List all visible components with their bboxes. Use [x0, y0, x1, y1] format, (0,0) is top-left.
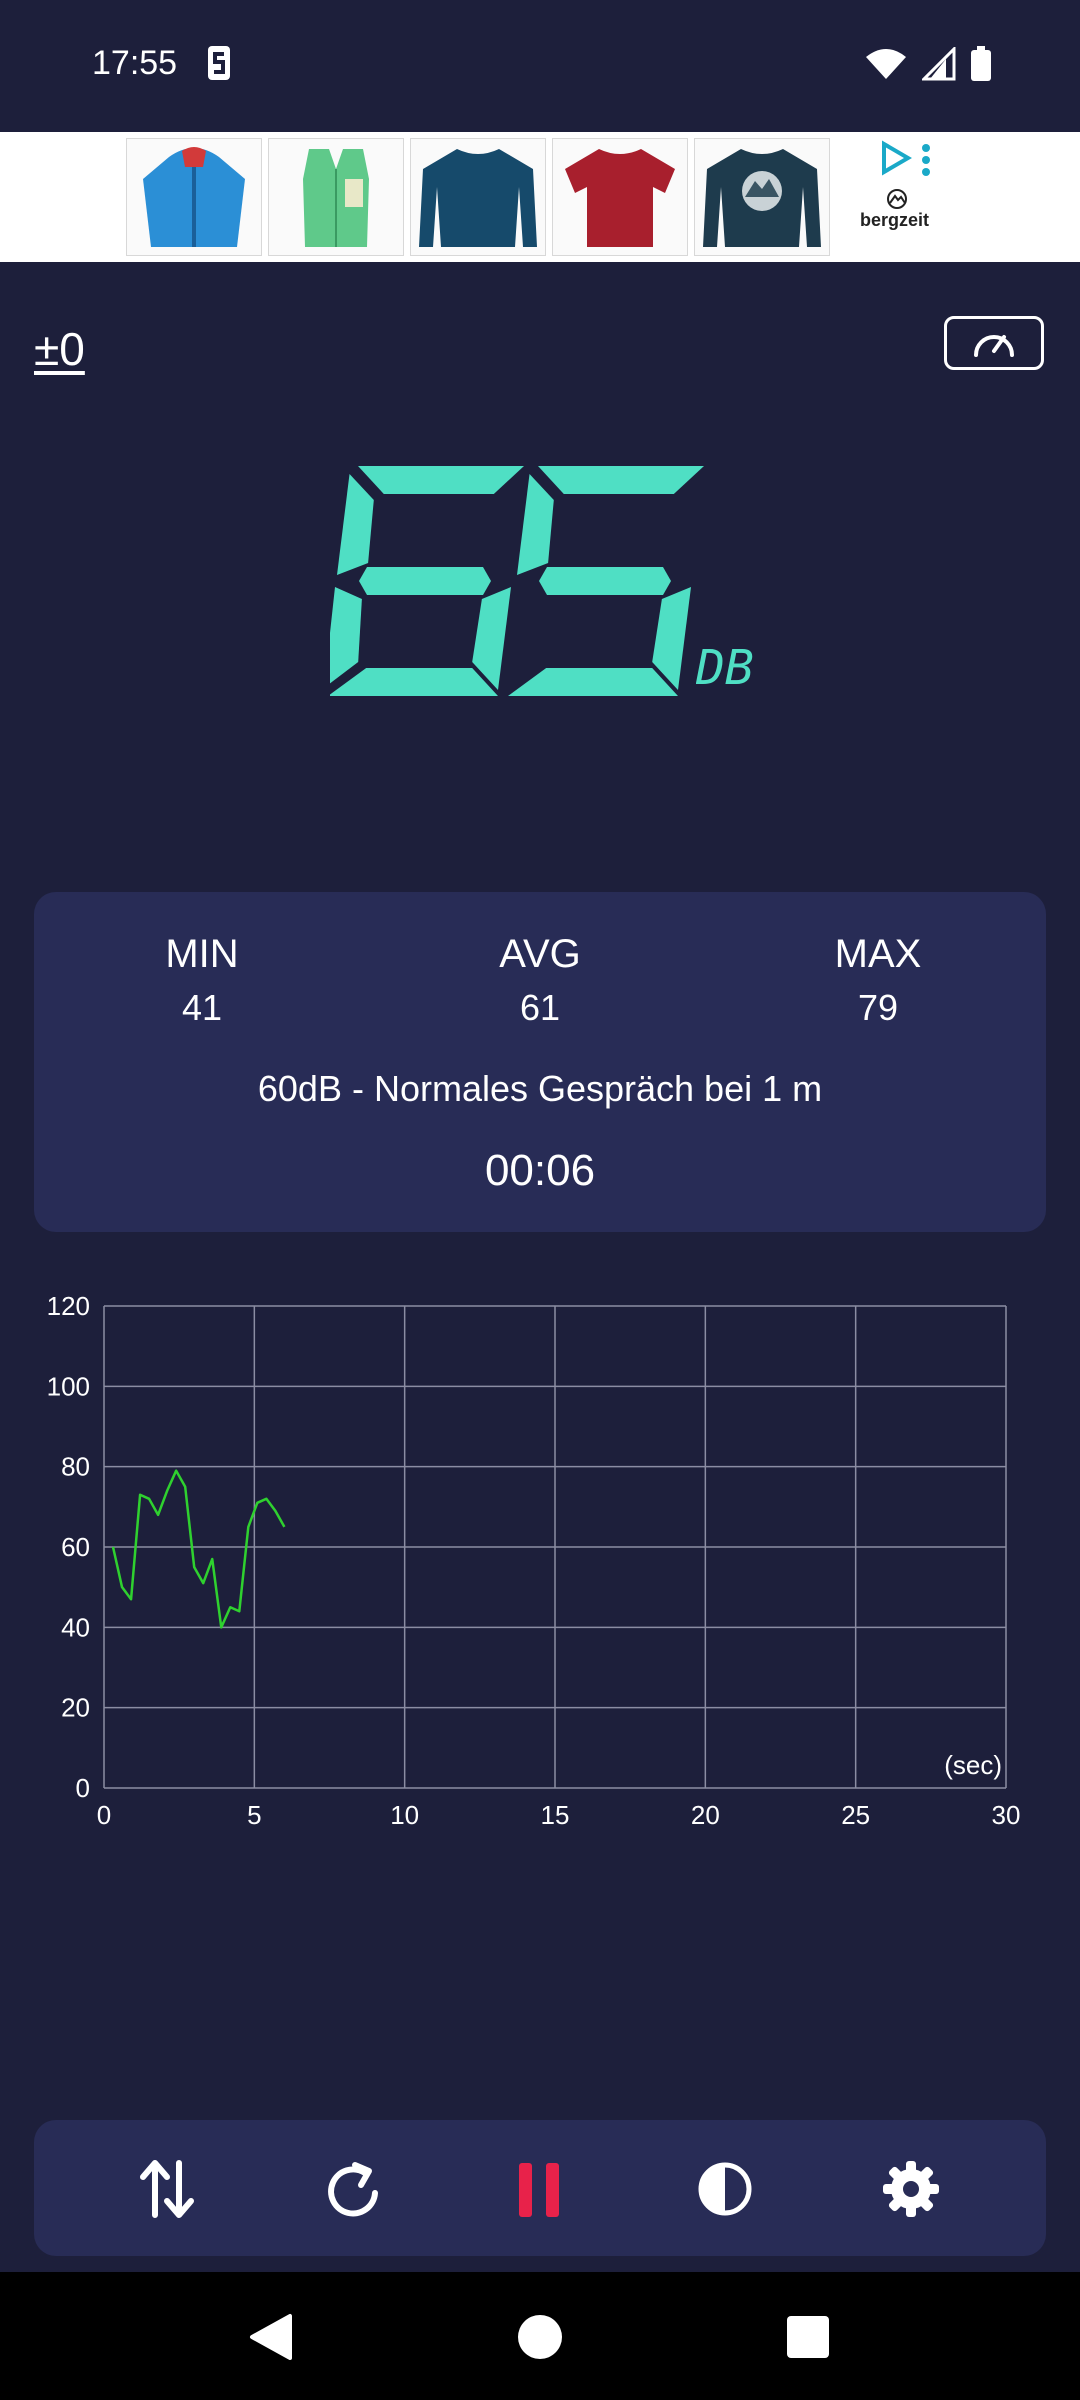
status-time: 17:55 [92, 44, 178, 82]
back-icon [250, 2314, 292, 2360]
s-notification-icon [208, 46, 230, 80]
x-tick-label: 5 [247, 1800, 261, 1830]
digit-segment [517, 474, 554, 575]
adchoices-icon[interactable] [880, 140, 934, 180]
home-icon [518, 2315, 562, 2359]
recents-button[interactable] [773, 2302, 843, 2372]
speedometer-icon [974, 335, 1014, 357]
reset-button[interactable] [318, 2154, 388, 2224]
blue-jacket-image [143, 147, 245, 247]
digit-segment [330, 587, 362, 684]
digit-segment [358, 466, 524, 494]
min-value: 41 [181, 987, 223, 1028]
decibel-series-line [111, 1469, 286, 1629]
elapsed-time: 00:06 [484, 1146, 596, 1195]
home-button[interactable] [505, 2302, 575, 2372]
avg-stat: AVG 61 [440, 932, 640, 1029]
ad-banner[interactable]: bergzeit [0, 132, 1080, 262]
y-tick-label: 20 [61, 1693, 90, 1723]
ad-brand: bergzeit [860, 210, 930, 230]
decibel-chart: 0 20 40 60 80 100 120 0 5 10 15 20 25 30 (sec) [47, 1291, 1021, 1830]
max-label: MAX [834, 932, 922, 976]
avg-label: AVG [499, 932, 581, 976]
digit-segment [330, 668, 498, 696]
y-tick-label: 0 [76, 1773, 90, 1803]
product-thumb[interactable] [694, 138, 830, 256]
decibel-unit: DB [696, 640, 754, 690]
x-axis-label: (sec) [944, 1750, 1002, 1780]
unit-label: DB [696, 640, 754, 690]
calibration-offset[interactable]: ±0 [34, 322, 85, 376]
recents-icon [787, 2316, 829, 2358]
digit-segment [337, 474, 374, 575]
product-thumb[interactable] [552, 138, 688, 256]
digit-segment [508, 668, 678, 696]
digit-segment [538, 466, 704, 494]
back-button[interactable] [236, 2302, 306, 2372]
x-tick-label: 30 [992, 1800, 1021, 1830]
digit-segment [539, 567, 671, 595]
printed-longsleeve-image [703, 149, 821, 247]
x-tick-label: 20 [691, 1800, 720, 1830]
navigation-bar [0, 2272, 1080, 2400]
pause-icon [519, 2163, 559, 2217]
settings-icon [883, 2161, 939, 2217]
x-tick-label: 10 [390, 1800, 419, 1830]
red-tshirt-image [565, 149, 675, 247]
wifi-icon [866, 49, 906, 79]
digit-segment [359, 567, 491, 595]
x-tick-label: 25 [841, 1800, 870, 1830]
stats-panel: MIN 41 AVG 61 MAX 79 60dB - Normales Ges… [34, 892, 1046, 1232]
avg-value: 61 [519, 987, 561, 1028]
product-thumb[interactable] [268, 138, 404, 256]
y-tick-label: 100 [47, 1371, 90, 1401]
product-thumb[interactable] [410, 138, 546, 256]
y-tick-label: 120 [47, 1291, 90, 1321]
battery-icon [971, 46, 991, 81]
max-stat: MAX 79 [778, 932, 978, 1029]
reference-description: 60dB - Normales Gespräch bei 1 m [257, 1068, 823, 1109]
x-tick-label: 15 [541, 1800, 570, 1830]
status-icons [864, 46, 992, 82]
min-label: MIN [165, 932, 239, 976]
status-bar: 17:55 [0, 0, 1080, 132]
swap-button[interactable] [132, 2154, 202, 2224]
green-vest-image [303, 149, 369, 247]
reset-icon [328, 2162, 378, 2217]
swap-icon [140, 2160, 194, 2218]
signal-icon [922, 47, 956, 81]
theme-button[interactable] [690, 2154, 760, 2224]
settings-button[interactable] [876, 2154, 946, 2224]
theme-icon [698, 2162, 752, 2216]
y-tick-label: 80 [61, 1452, 90, 1482]
max-value: 79 [857, 987, 899, 1028]
bergzeit-logo-icon [887, 189, 907, 209]
min-stat: MIN 41 [102, 932, 302, 1029]
navy-longsleeve-image [419, 149, 537, 247]
pause-button[interactable] [504, 2154, 574, 2224]
y-tick-label: 40 [61, 1612, 90, 1642]
control-bar [34, 2120, 1046, 2256]
product-thumb[interactable] [126, 138, 262, 256]
meter-mode-button[interactable] [944, 316, 1044, 370]
x-tick-label: 0 [97, 1800, 111, 1830]
y-tick-label: 60 [61, 1532, 90, 1562]
